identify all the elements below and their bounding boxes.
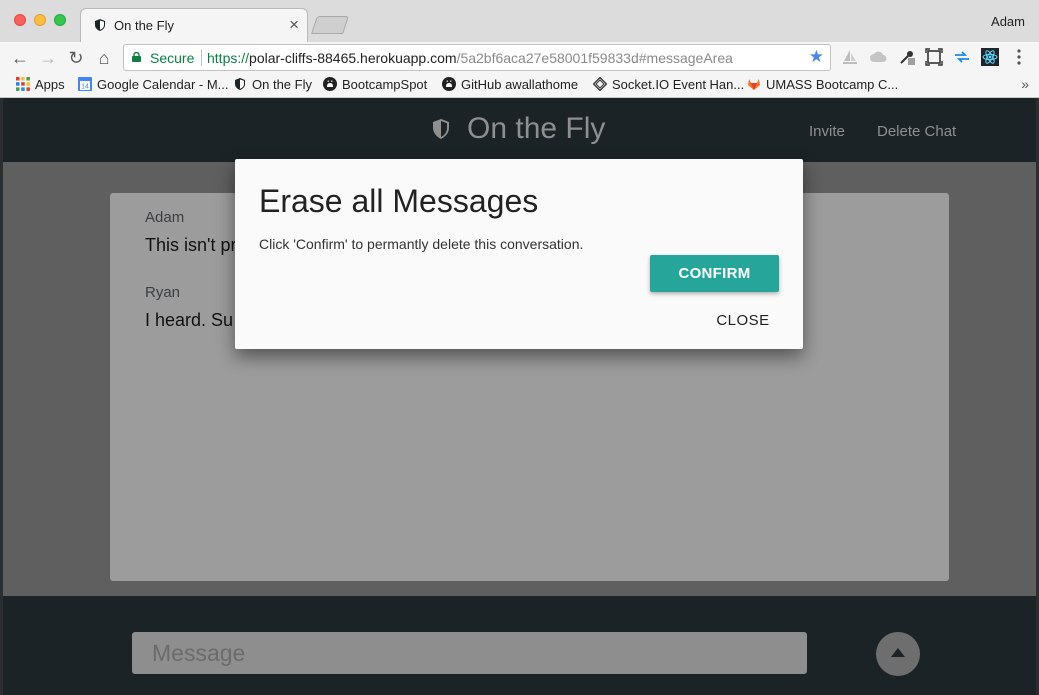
invite-link[interactable]: Invite xyxy=(809,123,845,140)
confirm-button[interactable]: CONFIRM xyxy=(650,255,779,292)
bookmark-bootcampspot[interactable]: BootcampSpot xyxy=(323,77,427,92)
close-button[interactable]: CLOSE xyxy=(703,310,783,330)
menu-kebab-icon[interactable] xyxy=(1010,48,1028,66)
brand-title: On the Fly xyxy=(467,112,606,145)
lock-icon xyxy=(132,52,141,62)
url-path: /5a2bf6aca27e58001f59833d#messageArea xyxy=(456,50,733,66)
bookmark-github-awallathome[interactable]: GitHub awallathome xyxy=(442,77,578,92)
react-devtools-icon[interactable] xyxy=(981,48,999,66)
window-minimize-button[interactable] xyxy=(34,14,46,26)
calendar-icon-number: 14 xyxy=(81,84,89,91)
bookmark-label: Socket.IO Event Han... xyxy=(612,77,745,92)
send-button[interactable] xyxy=(876,632,920,676)
calendar-icon: 14 xyxy=(78,77,92,91)
window-zoom-button[interactable] xyxy=(54,14,66,26)
forward-arrow-icon[interactable]: → xyxy=(37,47,59,69)
cloud-extension-icon[interactable] xyxy=(869,48,887,66)
bookmark-star-icon[interactable]: ★ xyxy=(809,47,824,67)
app-header: On the Fly Invite Delete Chat xyxy=(3,98,1036,162)
new-tab-button[interactable] xyxy=(311,16,349,34)
shield-icon xyxy=(95,19,105,31)
bookmark-label: Apps xyxy=(35,77,65,92)
browser-toolbar: ← → ↻ ⌂ Secure https://polar-cliffs-8846… xyxy=(0,42,1039,73)
window-close-button[interactable] xyxy=(14,14,26,26)
bookmark-on-the-fly[interactable]: On the Fly xyxy=(233,77,312,92)
github-icon xyxy=(442,77,456,91)
screenshot-extension-icon[interactable] xyxy=(925,48,943,66)
browser-titlebar: On the Fly × Adam xyxy=(0,0,1039,42)
back-arrow-icon[interactable]: ← xyxy=(9,47,31,69)
modal-title: Erase all Messages xyxy=(259,183,539,219)
bookmark-socketio[interactable]: Socket.IO Event Han... xyxy=(593,77,744,92)
github-icon xyxy=(323,77,337,91)
address-bar[interactable]: Secure https://polar-cliffs-88465.heroku… xyxy=(123,44,831,71)
message-input[interactable] xyxy=(132,632,807,674)
delete-chat-link[interactable]: Delete Chat xyxy=(877,123,956,140)
brand[interactable]: On the Fly xyxy=(431,112,605,146)
swap-arrows-extension-icon[interactable] xyxy=(953,48,971,66)
tab-close-icon[interactable]: × xyxy=(289,15,299,35)
bookmark-label: UMASS Bootcamp C... xyxy=(766,77,899,92)
composer-bar xyxy=(3,596,1036,695)
bookmark-apps[interactable]: Apps xyxy=(16,77,65,92)
shield-icon xyxy=(235,78,245,90)
modal-body-text: Click 'Confirm' to permantly delete this… xyxy=(259,236,584,252)
secure-label: Secure xyxy=(150,50,195,66)
bookmark-label: GitHub awallathome xyxy=(461,77,579,92)
apps-grid-icon xyxy=(16,77,30,91)
gitlab-icon xyxy=(748,79,760,90)
home-icon[interactable]: ⌂ xyxy=(93,47,115,69)
sailboat-extension-icon[interactable] xyxy=(841,48,859,66)
socketio-icon xyxy=(593,77,607,91)
url-text: https://polar-cliffs-88465.herokuapp.com… xyxy=(207,50,733,66)
shield-icon xyxy=(433,119,449,139)
reload-icon[interactable]: ↻ xyxy=(65,47,87,69)
tab-title: On the Fly xyxy=(114,18,174,33)
profile-name[interactable]: Adam xyxy=(991,14,1025,29)
address-separator xyxy=(201,49,202,66)
bookmarks-bar: Apps 14 Google Calendar - M... On the Fl… xyxy=(0,73,1039,98)
bookmark-umass-bootcamp[interactable]: UMASS Bootcamp C... xyxy=(747,77,898,92)
url-host: polar-cliffs-88465.herokuapp.com xyxy=(249,50,457,66)
bookmark-google-calendar[interactable]: 14 Google Calendar - M... xyxy=(78,77,229,92)
message-text: I heard. Su xyxy=(145,310,234,330)
eyedropper-extension-icon[interactable] xyxy=(898,48,916,66)
bookmark-label: Google Calendar - M... xyxy=(97,77,229,92)
bookmark-label: BootcampSpot xyxy=(342,77,428,92)
bookmarks-overflow-icon[interactable]: » xyxy=(1021,76,1029,92)
erase-messages-modal: Erase all Messages Click 'Confirm' to pe… xyxy=(235,159,803,349)
browser-tab[interactable]: On the Fly × xyxy=(80,8,308,42)
url-protocol: https:// xyxy=(207,50,250,66)
message-text: This isn't pr xyxy=(145,235,237,255)
message-author: Adam xyxy=(145,209,185,226)
message-author: Ryan xyxy=(145,284,181,301)
bookmark-label: On the Fly xyxy=(252,77,312,92)
